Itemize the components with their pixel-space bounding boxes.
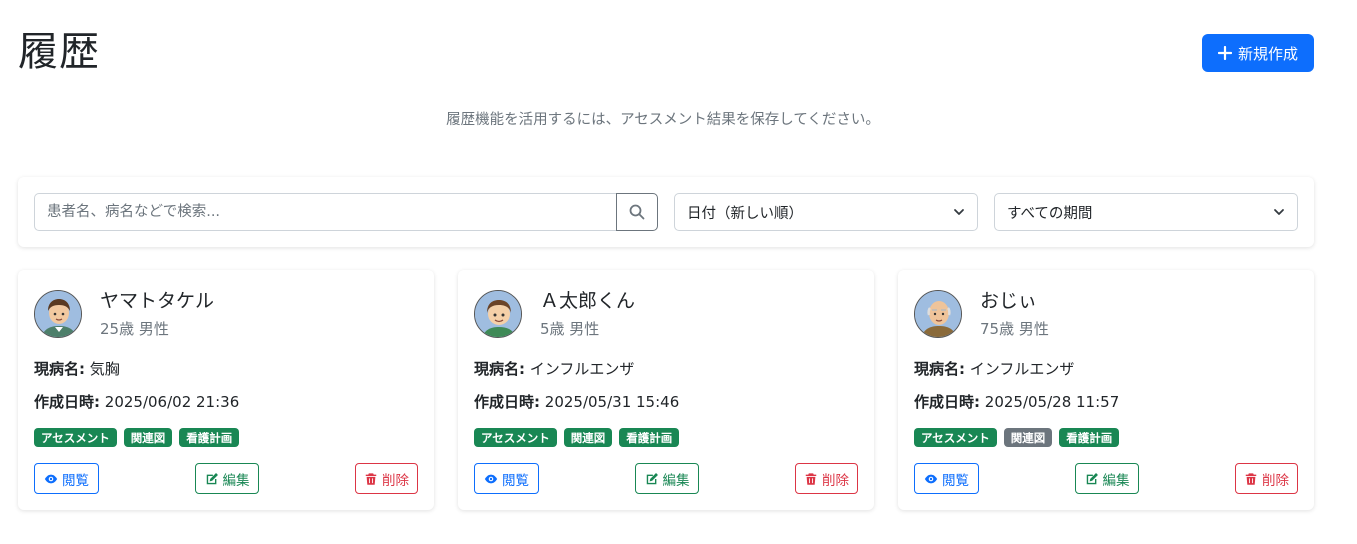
edit-label: 編集 [222,472,250,489]
sort-select-value: 日付（新しい順） [687,205,803,222]
created-label: 作成日時: [34,393,100,411]
tag-assessment: アセスメント [34,428,117,447]
created-row: 作成日時: 2025/06/02 21:36 [34,391,239,412]
delete-button[interactable]: 削除 [795,463,858,494]
edit-label: 編集 [1102,472,1130,489]
diagnosis-row: 現病名: 気胸 [34,358,120,379]
created-row: 作成日時: 2025/05/28 11:57 [914,391,1119,412]
edit-label: 編集 [662,472,690,489]
eye-icon [44,474,58,483]
diagnosis-label: 現病名: [34,360,85,378]
delete-button[interactable]: 削除 [1235,463,1298,494]
delete-label: 削除 [1262,472,1289,489]
avatar [474,290,522,338]
delete-button[interactable]: 削除 [355,463,418,494]
delete-label: 削除 [382,472,409,489]
avatar [914,290,962,338]
patient-avatar-icon [915,291,961,337]
avatar [34,290,82,338]
new-record-label: 新規作成 [1237,44,1298,63]
period-select[interactable]: すべての期間 [994,193,1298,231]
created-value: 2025/06/02 21:36 [104,393,240,411]
card-actions: 閲覧 編集 削除 [474,463,858,494]
edit-button[interactable]: 編集 [635,463,699,494]
card-actions: 閲覧 編集 削除 [914,463,1298,494]
tag-care-plan: 看護計画 [179,428,240,447]
patient-name: Ａ太郎くん [540,290,636,312]
eye-icon [924,474,938,483]
trash-icon [1245,472,1257,485]
patient-age-gender: 25歳 男性 [100,320,169,338]
diagnosis-label: 現病名: [474,360,525,378]
period-select-value: すべての期間 [1007,205,1093,222]
trash-icon [805,472,817,485]
edit-icon [646,472,658,484]
page-title: 履歴 [18,29,100,75]
chevron-down-icon [1274,209,1284,215]
record-card: Ａ太郎くん 5歳 男性 現病名: インフルエンザ 作成日時: 2025/05/3… [458,270,874,510]
tag-relation-diagram: 関連図 [123,428,173,447]
created-label: 作成日時: [474,393,540,411]
view-button[interactable]: 閲覧 [474,463,539,494]
search-icon [629,204,645,220]
record-card: おじぃ 75歳 男性 現病名: インフルエンザ 作成日時: 2025/05/28… [898,270,1314,510]
trash-icon [365,472,377,485]
new-record-button[interactable]: 新規作成 [1202,34,1314,72]
tag-relation-diagram: 関連図 [1003,428,1053,447]
patient-avatar-icon [35,291,81,337]
tag-list: アセスメント 関連図 看護計画 [34,428,240,447]
created-label: 作成日時: [914,393,980,411]
created-row: 作成日時: 2025/05/31 15:46 [474,391,679,412]
tag-assessment: アセスメント [914,428,997,447]
patient-avatar-icon [475,291,521,337]
tag-list: アセスメント 関連図 看護計画 [914,428,1120,447]
patient-name: おじぃ [980,290,1038,312]
plus-icon [1217,46,1232,60]
tag-care-plan: 看護計画 [619,428,680,447]
tag-list: アセスメント 関連図 看護計画 [474,428,680,447]
patient-age-gender: 75歳 男性 [980,320,1049,338]
search-button[interactable] [616,193,658,231]
diagnosis-row: 現病名: インフルエンザ [914,358,1074,379]
diagnosis-value: インフルエンザ [529,360,635,378]
eye-icon [484,474,498,483]
search-panel: 日付（新しい順） すべての期間 [18,177,1314,247]
created-value: 2025/05/31 15:46 [544,393,680,411]
info-message: 履歴機能を活用するには、アセスメント結果を保存してください。 [446,112,880,128]
tag-relation-diagram: 関連図 [563,428,613,447]
view-label: 閲覧 [502,472,529,489]
record-card: ヤマトタケル 25歳 男性 現病名: 気胸 作成日時: 2025/06/02 2… [18,270,434,510]
patient-age-gender: 5歳 男性 [540,320,600,338]
tag-care-plan: 看護計画 [1059,428,1120,447]
chevron-down-icon [954,209,964,215]
diagnosis-label: 現病名: [914,360,965,378]
view-label: 閲覧 [942,472,969,489]
search-input[interactable] [34,193,618,231]
edit-icon [206,472,218,484]
edit-button[interactable]: 編集 [1075,463,1139,494]
view-button[interactable]: 閲覧 [34,463,99,494]
diagnosis-value: インフルエンザ [969,360,1075,378]
card-actions: 閲覧 編集 削除 [34,463,418,494]
created-value: 2025/05/28 11:57 [984,393,1120,411]
patient-name: ヤマトタケル [100,290,215,312]
edit-button[interactable]: 編集 [195,463,259,494]
delete-label: 削除 [822,472,849,489]
view-label: 閲覧 [62,472,89,489]
diagnosis-row: 現病名: インフルエンザ [474,358,634,379]
tag-assessment: アセスメント [474,428,557,447]
view-button[interactable]: 閲覧 [914,463,979,494]
edit-icon [1086,472,1098,484]
diagnosis-value: 気胸 [89,360,120,378]
sort-select[interactable]: 日付（新しい順） [674,193,978,231]
